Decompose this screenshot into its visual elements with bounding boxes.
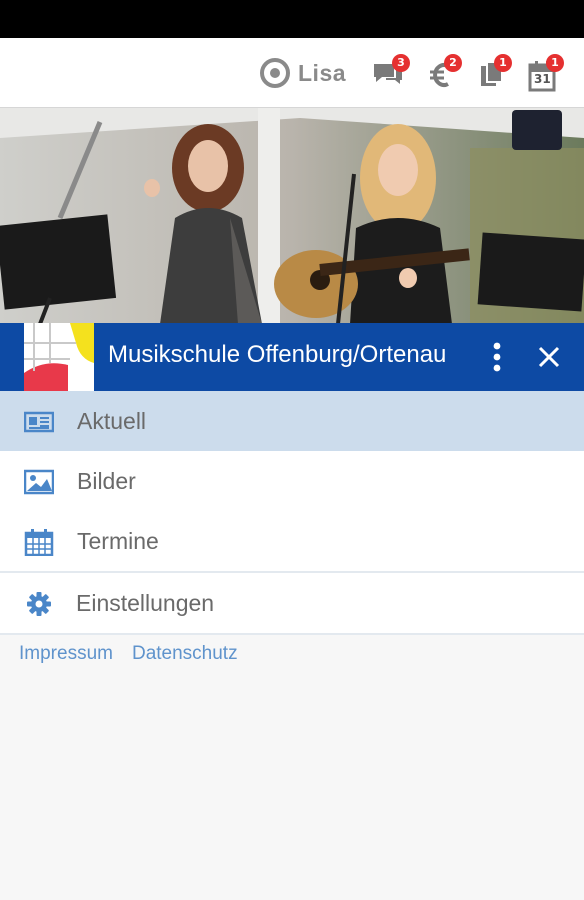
menu-item-bilder[interactable]: Bilder xyxy=(0,451,584,511)
navigation-menu: Aktuell Bilder Termine Einstellungen xyxy=(0,391,584,635)
app-title: Musikschule Offenburg/Ortenau xyxy=(108,341,447,368)
app-header: Musikschule Offenburg/Ortenau xyxy=(0,323,584,391)
more-vertical-icon xyxy=(493,342,501,372)
documents-badge: 1 xyxy=(494,54,512,72)
calendar-badge: 1 xyxy=(546,54,564,72)
menu-item-einstellungen[interactable]: Einstellungen xyxy=(0,573,584,633)
user-switcher[interactable]: Lisa xyxy=(260,57,346,89)
more-options-button[interactable] xyxy=(486,342,508,372)
newspaper-icon xyxy=(24,411,54,433)
hero-image xyxy=(0,108,584,324)
close-button[interactable] xyxy=(536,343,562,371)
gear-icon xyxy=(27,592,51,616)
calendar-icon xyxy=(24,529,54,556)
datenschutz-link[interactable]: Datenschutz xyxy=(132,643,238,665)
user-name: Lisa xyxy=(298,59,347,86)
status-bar xyxy=(0,0,584,38)
calendar-button[interactable]: 31 1 xyxy=(528,54,568,92)
image-icon xyxy=(24,469,54,495)
impressum-link[interactable]: Impressum xyxy=(19,643,113,665)
messages-badge: 3 xyxy=(392,54,410,72)
payments-button[interactable]: 2 xyxy=(428,54,468,92)
payments-badge: 2 xyxy=(444,54,462,72)
top-bar: Lisa 3 2 1 31 1 xyxy=(0,38,584,108)
menu-label-einstellungen: Einstellungen xyxy=(76,589,215,616)
footer-links: Impressum Datenschutz xyxy=(19,643,238,665)
menu-label-aktuell: Aktuell xyxy=(77,407,147,434)
close-icon xyxy=(538,346,560,368)
calendar-day: 31 xyxy=(534,72,551,86)
menu-label-termine: Termine xyxy=(77,527,159,554)
menu-item-aktuell[interactable]: Aktuell xyxy=(0,391,584,451)
menu-divider xyxy=(0,633,584,635)
school-logo xyxy=(24,323,94,391)
menu-label-bilder: Bilder xyxy=(77,467,136,494)
menu-item-termine[interactable]: Termine xyxy=(0,511,584,571)
messages-button[interactable]: 3 xyxy=(372,54,412,92)
documents-button[interactable]: 1 xyxy=(478,54,518,92)
user-switch-icon xyxy=(260,58,290,88)
